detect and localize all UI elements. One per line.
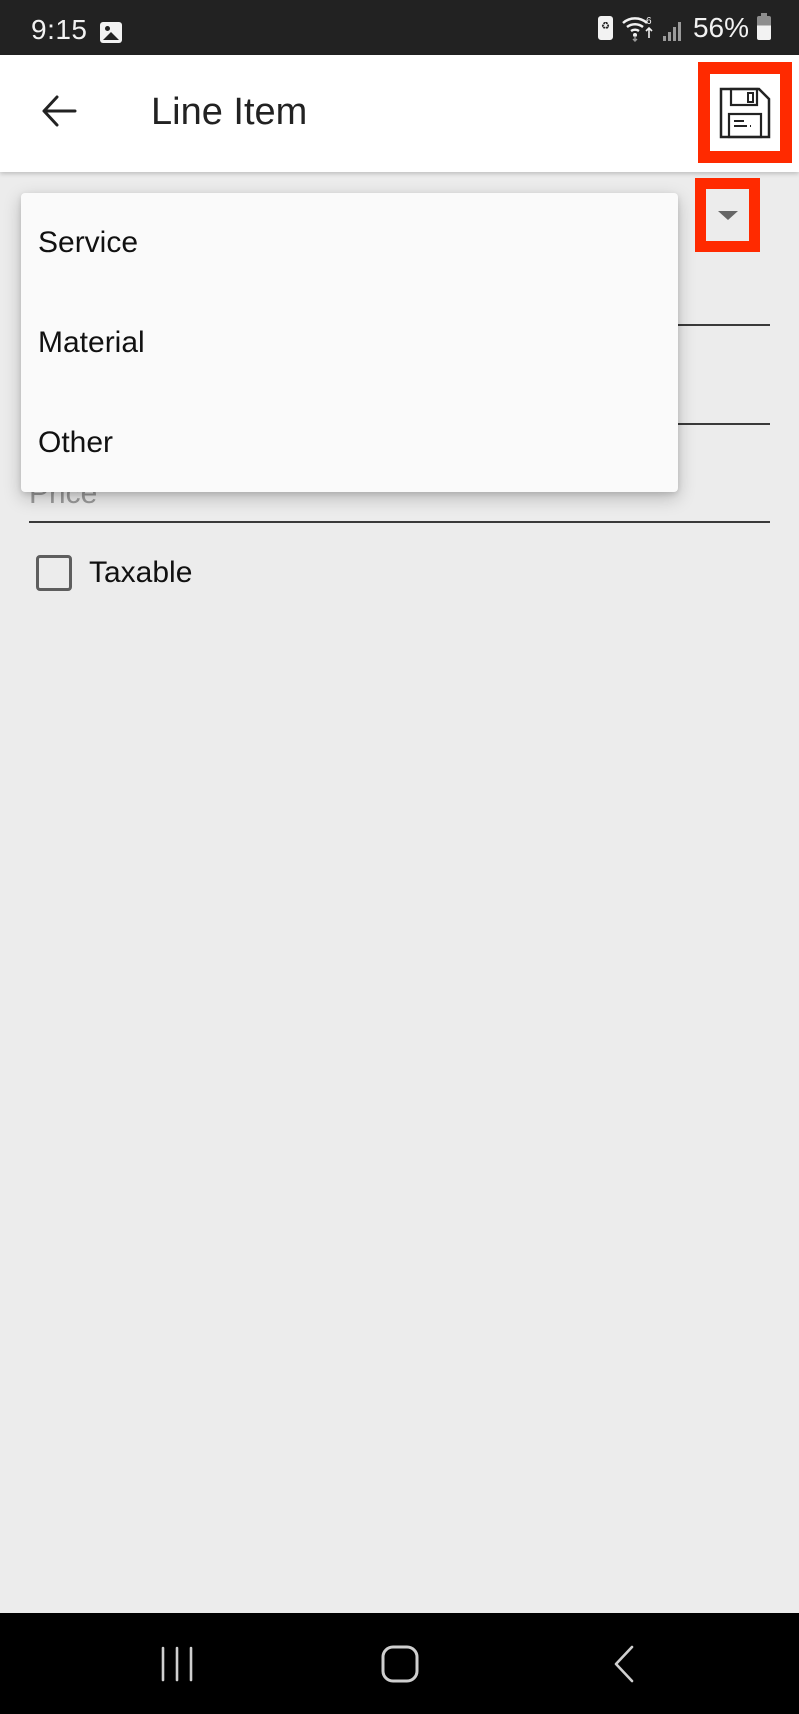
svg-text:6: 6 (646, 16, 652, 27)
recents-icon (161, 1646, 193, 1681)
price-field-underline (29, 521, 770, 523)
caret-down-icon (717, 210, 738, 220)
wifi-6-icon: 6 (621, 14, 655, 42)
system-nav-bar (0, 1613, 799, 1714)
menu-item-material[interactable]: Material (21, 293, 678, 393)
page-title: Line Item (151, 91, 308, 133)
arrow-left-icon (42, 95, 77, 127)
save-button[interactable] (698, 62, 792, 163)
signal-icon (662, 19, 685, 41)
app-bar: Line Item (0, 55, 799, 172)
battery-saver-icon (597, 16, 613, 40)
recents-button[interactable] (117, 1613, 237, 1714)
home-button[interactable] (340, 1613, 460, 1714)
gallery-icon (100, 22, 122, 43)
taxable-checkbox[interactable] (36, 555, 72, 591)
menu-item-service[interactable]: Service (21, 193, 678, 293)
status-bar: 9:15 6 56% (0, 0, 799, 55)
taxable-checkbox-row[interactable]: Taxable (36, 555, 192, 591)
type-dropdown-toggle[interactable] (695, 178, 760, 252)
floppy-disk-icon (719, 87, 771, 138)
battery-percent: 56% (692, 12, 749, 43)
menu-item-other[interactable]: Other (21, 393, 678, 493)
nav-back-button[interactable] (564, 1613, 684, 1714)
home-icon (381, 1645, 419, 1682)
taxable-label: Taxable (89, 556, 193, 589)
back-icon (614, 1645, 634, 1682)
status-icons: 6 56% (597, 12, 771, 44)
back-button[interactable] (30, 79, 88, 143)
battery-icon (757, 13, 771, 40)
type-dropdown-menu: Service Material Other (21, 193, 678, 492)
status-time: 9:15 (31, 14, 88, 45)
